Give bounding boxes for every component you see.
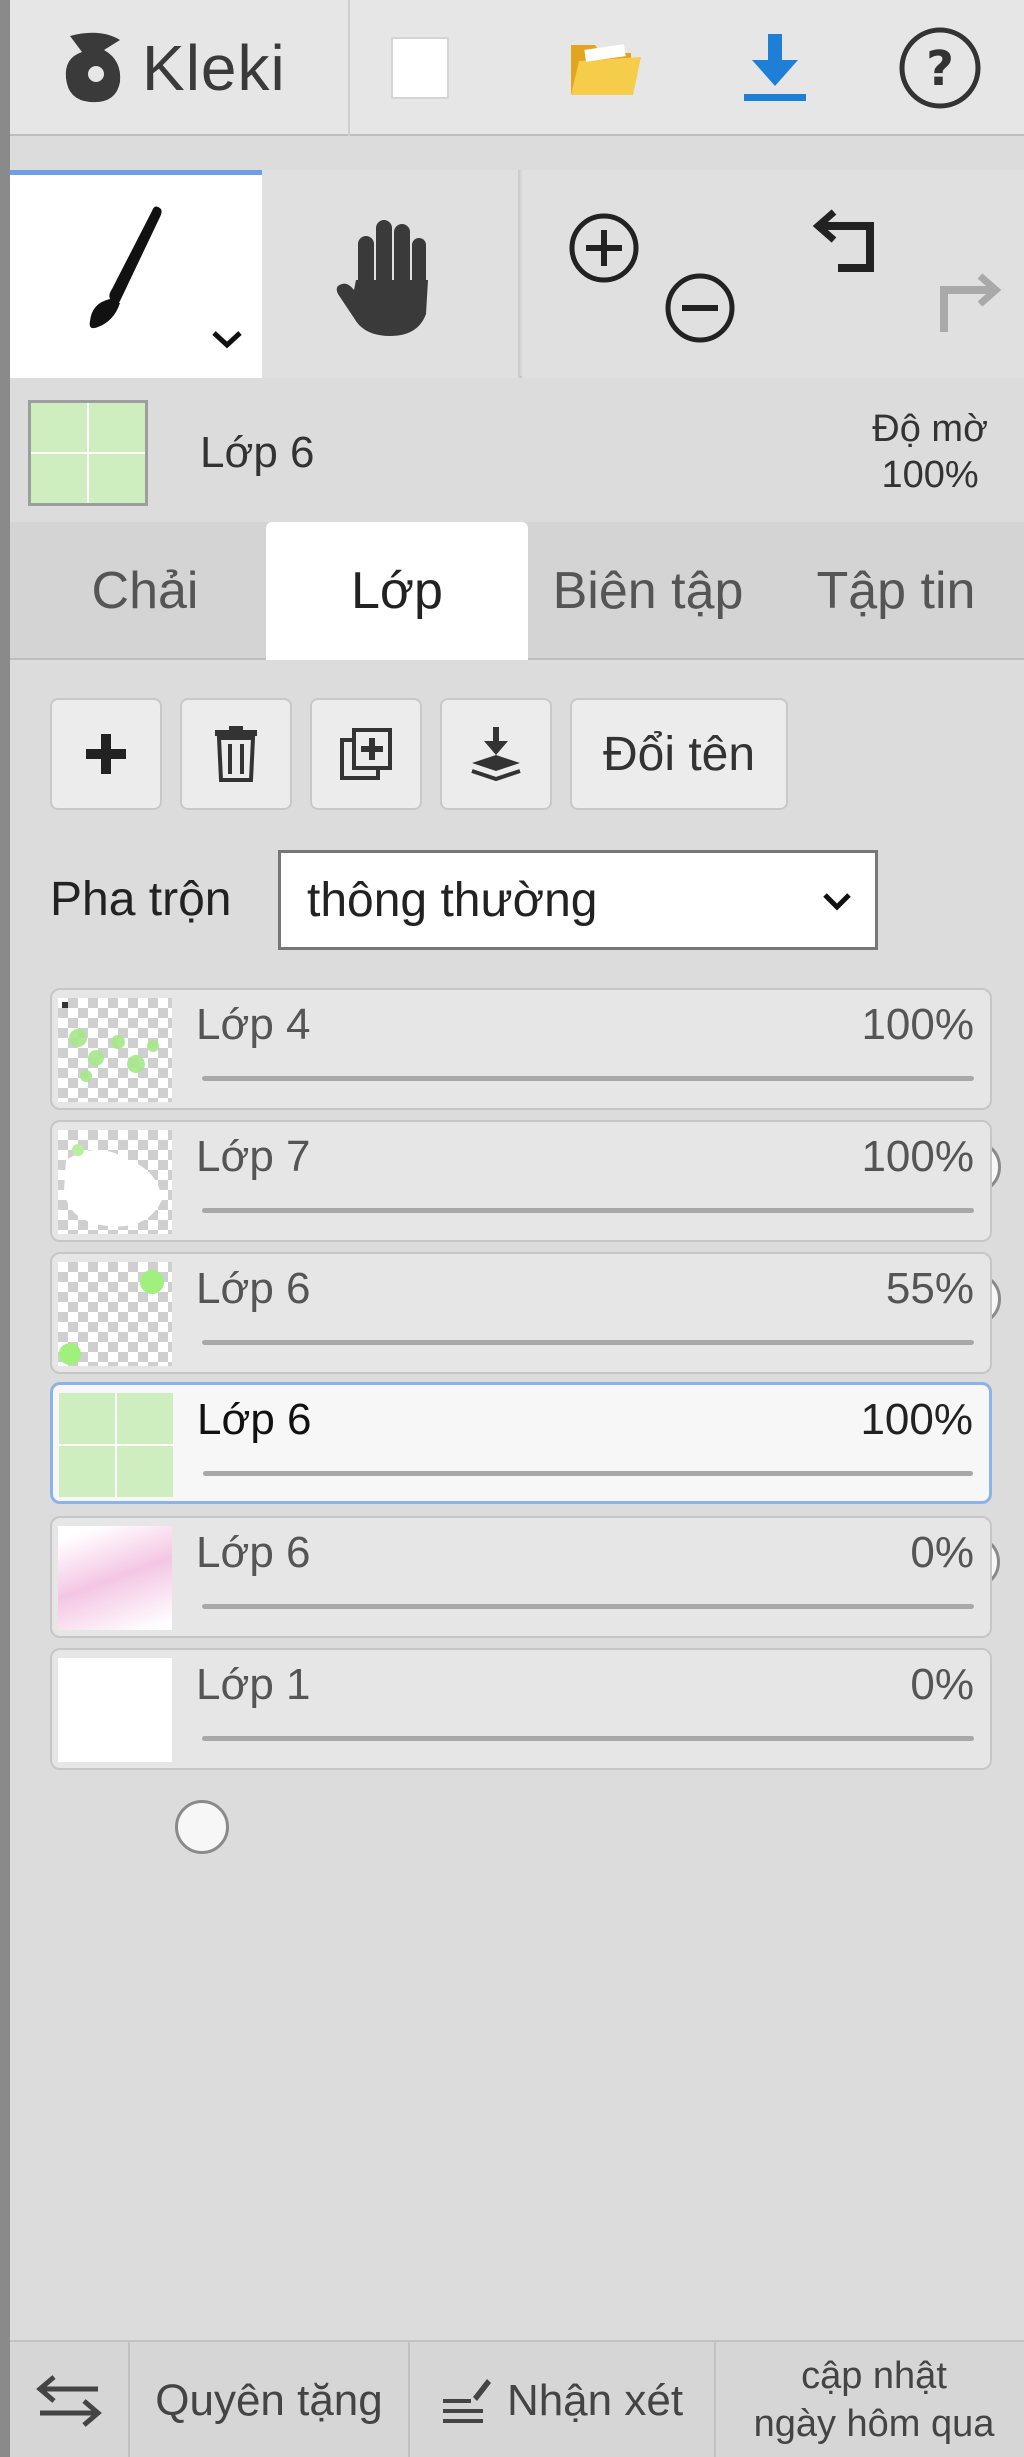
hand-tool-button[interactable]: [262, 170, 520, 378]
layer-item[interactable]: Lớp 7 100%: [50, 1120, 1001, 1326]
kleki-logo[interactable]: Kleki: [10, 0, 350, 136]
panel-tabs: Chải Lớp Biên tập Tập tin: [10, 522, 1024, 660]
opacity-slider-track[interactable]: [175, 1736, 974, 1854]
layer-name: Lớp 6: [196, 1528, 311, 1577]
chevron-down-icon[interactable]: [210, 327, 244, 351]
duplicate-icon: [340, 728, 392, 780]
layer-opacity-value: 0%: [910, 1528, 974, 1577]
news-line-2: ngày hôm qua: [753, 2403, 995, 2445]
blend-mode-value: thông thường: [307, 873, 598, 927]
help-icon[interactable]: ?: [890, 18, 990, 118]
rename-label: Đổi tên: [602, 727, 756, 781]
layer-name: Lớp 7: [196, 1132, 311, 1181]
brush-icon: [89, 206, 162, 329]
blend-mode-select[interactable]: thông thường: [278, 850, 878, 950]
trash-icon: [215, 726, 257, 782]
brush-tool-button[interactable]: [10, 170, 262, 378]
layer-thumbnail: [58, 998, 172, 1102]
merge-down-icon: [471, 727, 521, 782]
layer-opacity-value: 0%: [910, 1660, 974, 1709]
donate-button[interactable]: Quyên tặng: [130, 2342, 410, 2457]
tool-bar: [10, 170, 1024, 378]
opacity-slider-track[interactable]: [202, 1208, 1001, 1326]
footer-bar: Quyên tặng Nhận xét cập nhật ngày hôm qu…: [10, 2340, 1024, 2457]
layer-opacity-value: 100%: [861, 1000, 974, 1049]
rename-layer-button[interactable]: Đổi tên: [570, 698, 788, 810]
undo-icon[interactable]: [812, 206, 892, 276]
duplicate-layer-button[interactable]: [310, 698, 422, 810]
layer-name: Lớp 6: [197, 1395, 312, 1444]
layer-thumbnail: [58, 1526, 172, 1630]
layer-item[interactable]: Lớp 4 100%: [50, 988, 1001, 1194]
window-edge: [0, 0, 10, 2457]
layer-opacity-value: 100%: [860, 1395, 973, 1444]
zoom-controls: [522, 170, 772, 378]
opacity-slider-track[interactable]: [202, 1340, 974, 1458]
merge-down-button[interactable]: [440, 698, 552, 810]
swap-arrows-icon: [36, 2374, 102, 2427]
layer-thumbnail: [58, 1130, 172, 1234]
current-layer-thumbnail: [28, 400, 148, 506]
layers-panel: Đổi tên Pha trộn thông thường Lớp 4 100%: [10, 660, 1024, 2340]
zoom-in-icon[interactable]: [566, 210, 642, 286]
layer-name: Lớp 4: [196, 1000, 311, 1049]
layer-item-selected[interactable]: Lớp 6 100%: [50, 1382, 1000, 1589]
history-controls: [772, 170, 1024, 378]
current-layer-info: Lớp 6 Độ mờ 100%: [10, 380, 1024, 520]
current-layer-opacity: Độ mờ 100%: [872, 406, 988, 498]
opacity-slider-track[interactable]: [202, 1076, 1001, 1194]
plus-icon: [86, 734, 126, 774]
chevron-down-icon: [823, 893, 851, 911]
app-name: Kleki: [142, 32, 286, 104]
donate-label: Quyên tặng: [155, 2375, 383, 2425]
current-layer-name: Lớp 6: [200, 428, 315, 477]
layer-opacity-value: 100%: [861, 1132, 974, 1181]
feedback-icon: [442, 2378, 491, 2423]
news-line-1: cập nhật: [801, 2355, 947, 2397]
swap-side-button[interactable]: [10, 2342, 130, 2457]
layer-thumbnail: [59, 1393, 173, 1497]
layer-thumbnail: [58, 1658, 172, 1762]
kleki-logo-icon: [65, 32, 121, 103]
layer-item[interactable]: Lớp 6 55%: [50, 1252, 992, 1458]
layer-opacity-value: 55%: [885, 1264, 974, 1313]
new-image-icon[interactable]: [370, 18, 470, 118]
tab-file[interactable]: Tập tin: [768, 522, 1024, 660]
redo-icon[interactable]: [922, 270, 1002, 340]
layer-item[interactable]: Lớp 6 0%: [50, 1516, 992, 1722]
top-header: Kleki ?: [10, 0, 1024, 136]
tab-layers[interactable]: Lớp: [266, 522, 528, 660]
zoom-out-icon[interactable]: [662, 270, 738, 346]
layer-thumbnail: [58, 1262, 172, 1366]
feedback-label: Nhận xét: [506, 2375, 684, 2425]
download-icon[interactable]: [725, 18, 825, 118]
hand-icon: [336, 220, 428, 336]
news-link[interactable]: cập nhật ngày hôm qua: [724, 2342, 1024, 2457]
feedback-button[interactable]: Nhận xét: [410, 2342, 716, 2457]
layer-name: Lớp 1: [196, 1660, 311, 1709]
add-layer-button[interactable]: [50, 698, 162, 810]
open-folder-icon[interactable]: [555, 18, 655, 118]
opacity-slider-track[interactable]: [175, 1604, 974, 1722]
opacity-label: Độ mờ: [872, 408, 988, 450]
opacity-value: 100%: [881, 454, 979, 496]
blend-mode-label: Pha trộn: [50, 873, 232, 926]
opacity-slider-track[interactable]: [203, 1471, 1000, 1589]
tab-edit[interactable]: Biên tập: [528, 522, 768, 660]
delete-layer-button[interactable]: [180, 698, 292, 810]
svg-text:?: ?: [926, 41, 954, 97]
layer-name: Lớp 6: [196, 1264, 311, 1313]
tab-brush[interactable]: Chải: [20, 522, 270, 660]
opacity-slider-knob[interactable]: [175, 1800, 229, 1854]
layer-item[interactable]: Lớp 1 0%: [50, 1648, 992, 1854]
